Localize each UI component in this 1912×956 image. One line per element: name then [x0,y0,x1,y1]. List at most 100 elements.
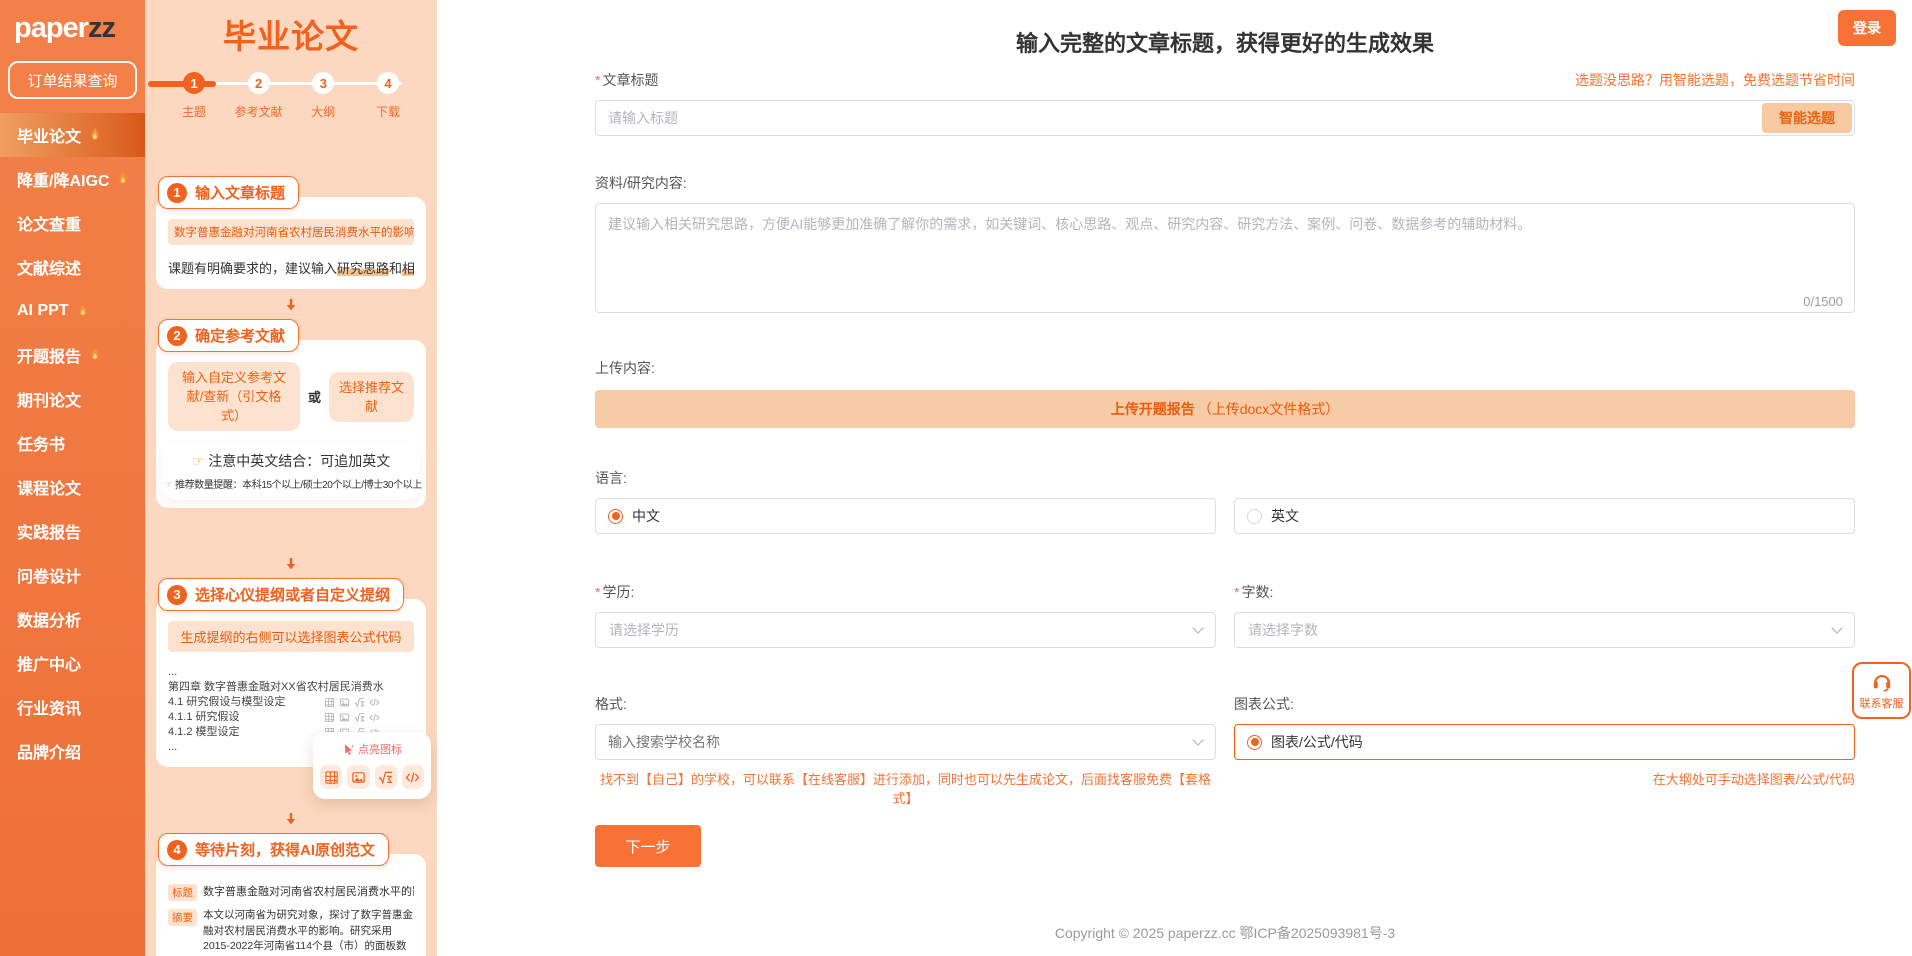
language-option-chinese[interactable]: 中文 [595,498,1216,534]
stepper-step[interactable]: 4 下载 [362,72,414,120]
sidebar-item[interactable]: 论文查重 [0,201,145,245]
order-result-query-button[interactable]: 订单结果查询 [8,61,137,99]
formula-icon [374,765,397,789]
words-label: * 字数: [1234,584,1274,600]
next-step-button[interactable]: 下一步 [595,825,701,867]
headset-icon [1872,674,1891,692]
contact-service-widget[interactable]: 联系客服 [1852,662,1911,719]
outline-text: ... [168,741,178,753]
code-icon [401,765,424,789]
sidebar-item[interactable]: 毕业论文 [0,113,145,157]
step4-header: 4 等待片刻，获得AI原创范文 [158,833,390,866]
sidebar-item[interactable]: 品牌介绍 [0,729,145,773]
sample-title-chip: 数字普惠金融对河南省农村居民消费水平的影响研究 [168,219,414,245]
outline-text: ... [168,666,178,678]
degree-label: * 学历: [595,584,635,600]
outline-icon-group [324,712,380,723]
material-textarea[interactable] [595,203,1855,313]
pointer-hand-icon: ☞ [191,453,205,469]
sidebar-menu: 毕业论文 降重/降AIGC 论文查重 文献综述 AI PPT 开题报告 期刊论文… [0,113,145,773]
step3-card: 生成提纲的右侧可以选择图表公式代码 ... 第四章 数字普惠金融对XX省农村居民… [156,599,431,799]
sidebar-item[interactable]: 推广中心 [0,641,145,685]
sidebar-item[interactable]: AI PPT [0,289,145,333]
sidebar-item-label: 行业资讯 [17,701,82,718]
stepper: 1 主题 2 参考文献 3 大纲 4 下载 [148,72,426,134]
sidebar: paperzz 订单结果查询 毕业论文 降重/降AIGC 论文查重 文献综述 A… [0,0,145,956]
login-button[interactable]: 登录 [1838,10,1896,46]
step2-header: 2 确定参考文献 [158,319,300,352]
step2-card: 输入自定义参考文献/查新（引文格式） 或 选择推荐文献 ☞ 注意中英文结合：可追… [156,340,426,508]
step1-tip: 课题有明确要求的，建议输入研究思路和相关材料 [168,258,414,277]
upload-label: 上传内容: [595,360,655,376]
title-input[interactable] [595,100,1855,136]
sidebar-item[interactable]: 任务书 [0,421,145,465]
outline-text: 4.1.2 模型设定 [168,726,240,738]
step-label: 下载 [375,105,400,119]
sidebar-item[interactable]: 期刊论文 [0,377,145,421]
upload-report-button[interactable]: 上传开题报告 （上传docx文件格式） [595,390,1855,428]
step1-header: 1 输入文章标题 [158,176,300,209]
image-icon [347,765,370,789]
chevron-down-icon [1192,622,1204,634]
language-option-english[interactable]: 英文 [1234,498,1855,534]
step2-number: 2 [167,325,187,346]
step-label: 参考文献 [234,105,283,119]
step3-number: 3 [167,584,187,605]
down-arrow-icon [156,811,426,827]
paper-form: 输入完整的文章标题，获得更好的生成效果 * 文章标题 选题没思路？用智能选题，免费… [595,0,1855,943]
sidebar-item-label: 开题报告 [17,349,82,366]
chart-formula-option[interactable]: 图表/公式/代码 [1234,724,1855,760]
outline-row: 4.1.1 研究假设 [168,710,414,725]
material-label: 资料/研究内容: [595,175,687,191]
step3-header: 3 选择心仪提纲或者自定义提纲 [158,578,405,611]
custom-reference-chip: 输入自定义参考文献/查新（引文格式） [168,362,300,431]
icon-callout: 点亮图标 [313,732,431,799]
step3-title: 选择心仪提纲或者自定义提纲 [195,587,391,604]
sidebar-item-label: 期刊论文 [17,393,82,410]
sidebar-item-label: 文献综述 [17,261,82,278]
format-help-text: 找不到【自己】的学校，可以联系【在线客服】进行添加，同时也可以先生成论文，后面找… [599,772,1211,806]
sidebar-item[interactable]: 问卷设计 [0,553,145,597]
sidebar-item[interactable]: 行业资讯 [0,685,145,729]
school-search-input[interactable] [595,724,1216,760]
outline-hint-chip: 生成提纲的右侧可以选择图表公式代码 [168,621,414,652]
title-badge: 标题 [168,884,197,901]
wizard-panel: 毕业论文 1 主题 2 参考文献 3 大纲 4 下载 1 输入文章标题 数字普惠… [145,0,437,956]
sidebar-item[interactable]: 课程论文 [0,465,145,509]
code-icon [369,713,380,722]
code-icon [369,698,380,707]
or-label: 或 [308,390,322,405]
char-counter: 0/1500 [1803,294,1843,309]
step-number: 4 [376,72,399,94]
table-icon [324,712,335,723]
sidebar-item[interactable]: 数据分析 [0,597,145,641]
flame-icon [91,348,99,360]
stepper-step[interactable]: 2 参考文献 [233,72,285,120]
degree-select[interactable]: 请选择学历 [595,612,1216,648]
step-number: 3 [312,72,335,94]
outline-row: ... [168,665,414,680]
word-count-select[interactable]: 请选择字数 [1234,612,1855,648]
cursor-icon [344,743,355,755]
smart-topic-link[interactable]: 选题没思路？用智能选题，免费选题节省时间 [1575,70,1855,90]
reference-note: ☞ 注意中英文结合：可追加英文 ☞ 推荐数量提醒：本科15个以上/硕士20个以上… [162,443,422,500]
down-arrow-icon [156,297,426,313]
sidebar-item[interactable]: 降重/降AIGC [0,157,145,201]
sidebar-item-label: 论文查重 [17,217,82,234]
sidebar-item-label: 毕业论文 [17,129,82,146]
step-number: 2 [247,72,270,94]
abstract-badge: 摘要 [168,909,197,926]
outline-row: 4.1 研究假设与模型设定 [168,695,414,710]
sidebar-item[interactable]: 实践报告 [0,509,145,553]
sidebar-item[interactable]: 开题报告 [0,333,145,377]
brand-logo: paperzz [14,12,116,44]
sidebar-item-label: 数据分析 [17,613,82,630]
step1-number: 1 [167,182,187,203]
down-arrow-icon [156,556,426,572]
smart-topic-button[interactable]: 智能选题 [1762,103,1852,133]
recommend-reference-chip: 选择推荐文献 [329,371,414,422]
stepper-step[interactable]: 1 主题 [168,72,220,120]
page-title: 输入完整的文章标题，获得更好的生成效果 [1015,31,1434,56]
stepper-step[interactable]: 3 大纲 [297,72,349,120]
sidebar-item[interactable]: 文献综述 [0,245,145,289]
